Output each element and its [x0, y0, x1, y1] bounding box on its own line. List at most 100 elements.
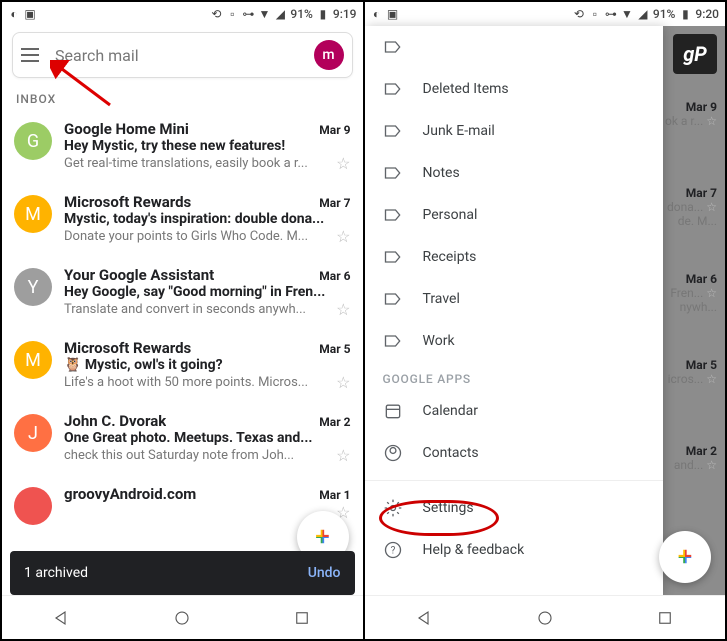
notif-icon: ◐ [8, 8, 20, 20]
drawer-item-label: Notes [423, 165, 460, 181]
phone-drawer: ◐ ▣ ⟲ ▫ ⊶ ▼ ◢ 91% ▮ 9:20 gP Mar 9ok a r.… [364, 1, 727, 640]
hamburger-icon[interactable] [21, 43, 45, 67]
drawer-item-label: Calendar [423, 403, 479, 419]
mail-snippet: Translate and convert in seconds anywh..… [64, 302, 306, 317]
label-icon [383, 331, 403, 351]
search-input[interactable]: Search mail [55, 46, 304, 65]
drawer-folder[interactable] [365, 26, 663, 68]
drawer-item-label: Settings [423, 500, 474, 516]
recent-icon[interactable] [656, 609, 674, 627]
mail-snippet: Donate your points to Girls Who Code. M.… [64, 229, 308, 244]
nav-bar [2, 595, 363, 639]
bg-mail-peek: Mar 2and... ☆ [674, 436, 721, 480]
mail-item[interactable]: M Microsoft RewardsMar 5 🦉 Mystic, owl's… [2, 329, 363, 402]
mail-avatar: M [14, 341, 52, 379]
drawer-folder[interactable]: Work [365, 320, 663, 362]
drawer-folder[interactable]: Receipts [365, 236, 663, 278]
drawer-folder[interactable]: Personal [365, 194, 663, 236]
account-avatar[interactable]: m [314, 40, 344, 70]
cast-icon: ▫ [226, 8, 238, 20]
mail-item[interactable]: J John C. DvorakMar 2 One Great photo. M… [2, 402, 363, 475]
star-icon[interactable]: ☆ [336, 154, 350, 173]
undo-button[interactable]: Undo [308, 565, 341, 581]
status-bar: ◐ ▣ ⟲ ▫ ⊶ ▼ ◢ 91% ▮ 9:20 [365, 2, 726, 26]
mail-snippet: Life's a hoot with 50 more points. Micro… [64, 375, 308, 390]
back-icon[interactable] [416, 609, 434, 627]
mail-avatar: M [14, 195, 52, 233]
drawer-section-label: GOOGLE APPS [365, 362, 663, 390]
drawer-item-label: Travel [423, 291, 460, 307]
notif-icon: ◐ [371, 8, 383, 20]
notif-icon: ▣ [24, 8, 36, 20]
phone-inbox: ◐ ▣ ⟲ ▫ ⊶ ▼ ◢ 91% ▮ 9:19 Search mail m I… [1, 1, 364, 640]
mail-subject: One Great photo. Meetups. Texas and... [64, 430, 351, 446]
label-icon [383, 79, 403, 99]
mail-date: Mar 7 [319, 196, 350, 210]
clock: 9:19 [333, 7, 357, 21]
bg-mail-peek: Mar 5icros... ☆ [668, 350, 721, 394]
status-bar: ◐ ▣ ⟲ ▫ ⊶ ▼ ◢ 91% ▮ 9:19 [2, 2, 363, 26]
inbox-label: INBOX [2, 84, 363, 110]
star-icon[interactable]: ☆ [336, 300, 350, 319]
mail-snippet: check this out Saturday note from Joh... [64, 448, 294, 463]
divider [365, 480, 663, 481]
label-icon [383, 121, 403, 141]
drawer-menu-item[interactable]: ?Help & feedback [365, 529, 663, 571]
recent-icon[interactable] [293, 609, 311, 627]
settings-icon [383, 498, 403, 518]
bg-mail-peek: Mar 7dona... ☆de. M... [667, 178, 721, 236]
star-icon[interactable]: ☆ [336, 446, 350, 465]
star-icon[interactable]: ☆ [336, 373, 350, 392]
battery-icon: ▮ [679, 8, 691, 20]
mail-subject: Mystic, today's inspiration: double dona… [64, 211, 351, 227]
drawer-menu-item[interactable]: Settings [365, 487, 663, 529]
clock: 9:20 [695, 7, 719, 21]
mail-date: Mar 5 [319, 342, 350, 356]
key-icon: ⊶ [242, 8, 254, 20]
signal-icon: ◢ [274, 8, 286, 20]
snackbar-msg: 1 archived [24, 565, 88, 581]
label-icon [383, 37, 403, 57]
drawer-item-label: Work [423, 333, 455, 349]
label-icon [383, 289, 403, 309]
calendar-icon [383, 401, 403, 421]
drawer-item-label: Deleted Items [423, 81, 509, 97]
battery-pct: 91% [290, 7, 312, 21]
label-icon [383, 205, 403, 225]
drawer-app[interactable]: Contacts [365, 432, 663, 474]
gp-badge: gP [673, 34, 717, 74]
wifi-icon: ▼ [258, 8, 270, 20]
mail-avatar: J [14, 414, 52, 452]
drawer-item-label: Personal [423, 207, 478, 223]
wifi-icon: ▼ [621, 8, 633, 20]
mail-avatar: G [14, 122, 52, 160]
sync-icon: ⟲ [573, 8, 585, 20]
label-icon [383, 247, 403, 267]
mail-list: G Google Home MiniMar 9 Hey Mystic, try … [2, 110, 363, 535]
key-icon: ⊶ [605, 8, 617, 20]
mail-avatar [14, 487, 52, 525]
drawer-folder[interactable]: Junk E-mail [365, 110, 663, 152]
mail-item[interactable]: Y Your Google AssistantMar 6 Hey Google,… [2, 256, 363, 329]
mail-sender: Microsoft Rewards [64, 193, 191, 211]
search-bar[interactable]: Search mail m [12, 32, 353, 78]
star-icon[interactable]: ☆ [336, 227, 350, 246]
mail-item[interactable]: M Microsoft Rewards Mar 7 Mystic, today's… [2, 183, 363, 256]
mail-snippet: Get real-time translations, easily book … [64, 156, 308, 171]
svg-text:?: ? [390, 545, 395, 556]
compose-fab[interactable]: + [659, 531, 711, 583]
drawer-app[interactable]: Calendar [365, 390, 663, 432]
mail-date: Mar 2 [319, 415, 350, 429]
snackbar: 1 archived Undo [10, 551, 355, 595]
mail-subject: 🦉 Mystic, owl's it going? [64, 357, 351, 373]
mail-date: Mar 9 [319, 123, 350, 137]
back-icon[interactable] [53, 609, 71, 627]
home-icon[interactable] [173, 609, 191, 627]
drawer-folder[interactable]: Travel [365, 278, 663, 320]
drawer-folder[interactable]: Notes [365, 152, 663, 194]
label-icon [383, 163, 403, 183]
drawer-item-label: Junk E-mail [423, 123, 495, 139]
drawer-folder[interactable]: Deleted Items [365, 68, 663, 110]
mail-item[interactable]: G Google Home MiniMar 9 Hey Mystic, try … [2, 110, 363, 183]
home-icon[interactable] [536, 609, 554, 627]
